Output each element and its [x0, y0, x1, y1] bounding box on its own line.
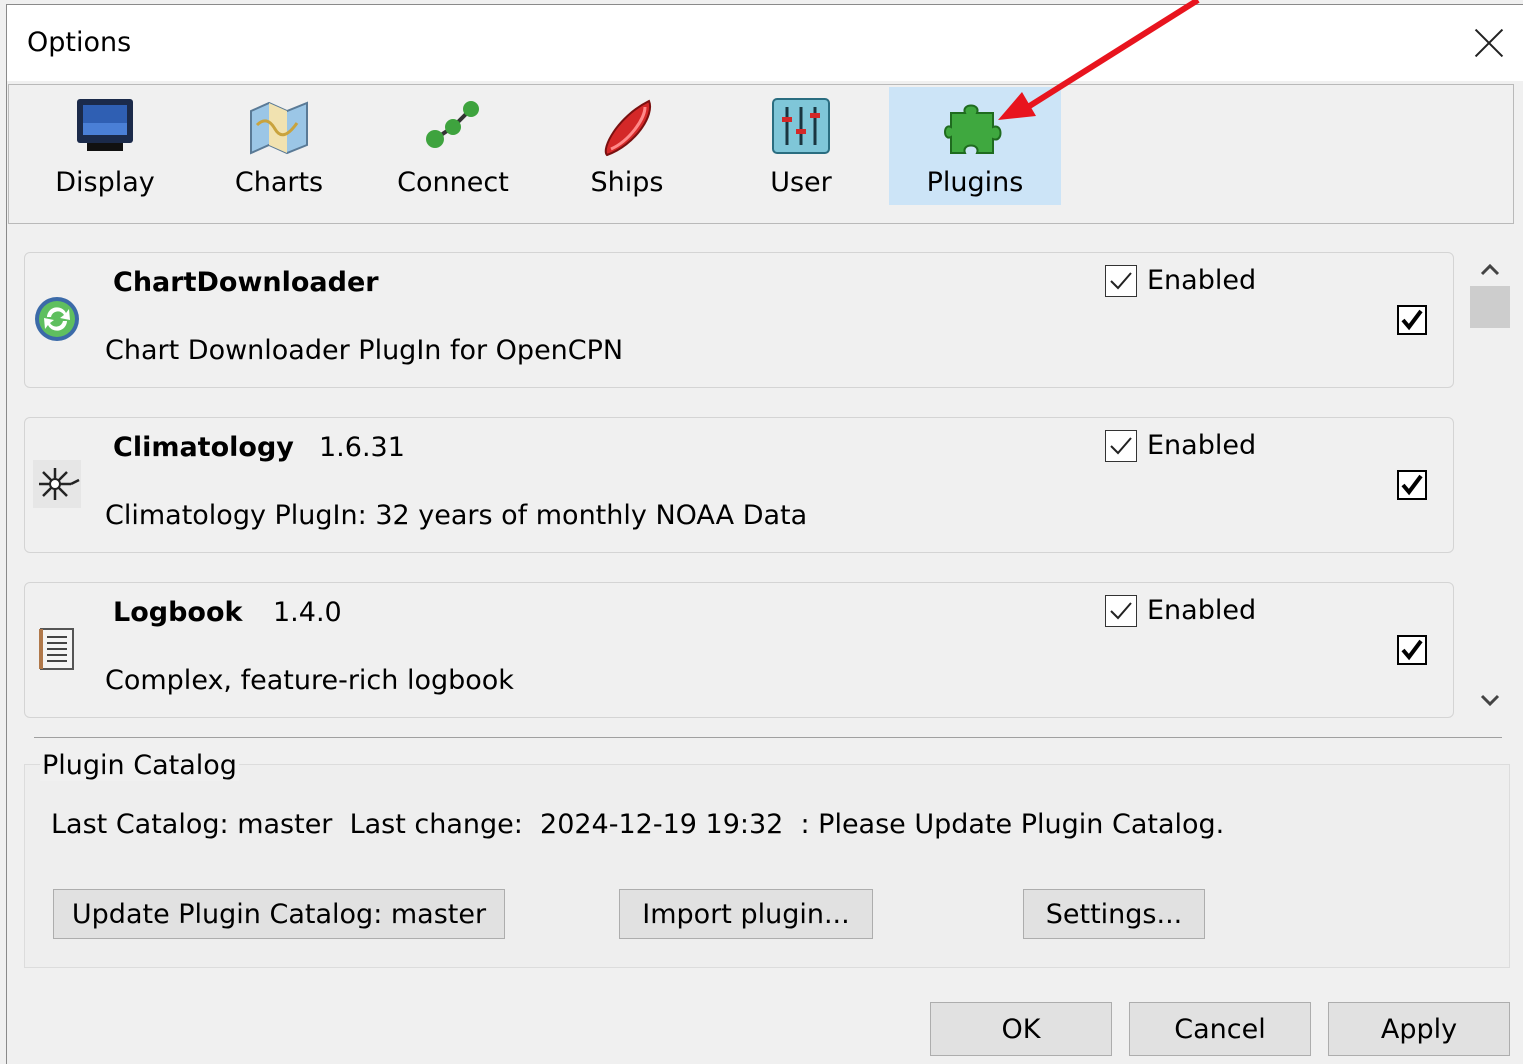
plugin-checkbox[interactable]	[1397, 635, 1427, 665]
tab-label: User	[770, 167, 832, 198]
divider	[34, 737, 1502, 738]
ok-button[interactable]: OK	[930, 1002, 1112, 1056]
plugin-checkbox[interactable]	[1397, 305, 1427, 335]
chevron-down-icon[interactable]	[1476, 686, 1504, 714]
plugin-description: Complex, feature-rich logbook	[105, 665, 514, 696]
tab-label: Display	[55, 167, 155, 198]
plugin-name: Climatology	[113, 432, 294, 463]
plugin-version: 1.4.0	[273, 597, 342, 628]
refresh-icon	[35, 297, 79, 341]
enabled-label: Enabled	[1147, 595, 1257, 626]
tab-label: Ships	[590, 167, 664, 198]
catalog-title: Plugin Catalog	[40, 750, 239, 781]
window-title: Options	[27, 27, 132, 58]
apply-button[interactable]: Apply	[1328, 1002, 1510, 1056]
climatology-icon	[33, 460, 81, 508]
scrollbar-thumb[interactable]	[1470, 286, 1510, 328]
update-catalog-button[interactable]: Update Plugin Catalog: master	[53, 889, 505, 939]
checkbox-checked-icon	[1105, 430, 1137, 462]
catalog-info: Last Catalog: master Last change: 2024-1…	[51, 809, 1225, 840]
title-bar: Options	[7, 5, 1523, 81]
tab-label: Plugins	[926, 167, 1024, 198]
tab-connect[interactable]: Connect	[367, 87, 539, 205]
checkbox-checked-icon	[1105, 265, 1137, 297]
plugin-card-logbook[interactable]: Logbook 1.4.0 Complex, feature-rich logb…	[24, 582, 1454, 718]
plugin-version: 1.6.31	[319, 432, 405, 463]
plugin-catalog-group: Last Catalog: master Last change: 2024-1…	[24, 764, 1510, 968]
plugin-checkbox[interactable]	[1397, 470, 1427, 500]
puzzle-icon	[944, 104, 1002, 154]
close-icon[interactable]	[1470, 23, 1510, 63]
plugin-card-chartdownloader[interactable]: ChartDownloader Chart Downloader PlugIn …	[24, 252, 1454, 388]
plugins-list: ChartDownloader Chart Downloader PlugIn …	[20, 240, 1464, 720]
chevron-up-icon[interactable]	[1476, 256, 1504, 284]
enabled-label: Enabled	[1147, 265, 1257, 296]
ship-icon	[604, 99, 652, 157]
tab-label: Connect	[397, 167, 509, 198]
tab-plugins[interactable]: Plugins	[889, 87, 1061, 205]
plugin-name: ChartDownloader	[113, 267, 379, 298]
sliders-icon	[772, 98, 830, 154]
tab-display[interactable]: Display	[19, 87, 191, 205]
monitor-icon	[77, 99, 133, 151]
plugins-scrollbar[interactable]	[1470, 250, 1510, 720]
cancel-button[interactable]: Cancel	[1129, 1002, 1311, 1056]
plugin-name: Logbook	[113, 597, 243, 628]
plugin-card-climatology[interactable]: Climatology 1.6.31 Climatology PlugIn: 3…	[24, 417, 1454, 553]
tab-charts[interactable]: Charts	[193, 87, 365, 205]
chart-map-icon	[250, 101, 308, 155]
plugin-description: Climatology PlugIn: 32 years of monthly …	[105, 500, 808, 531]
tab-ships[interactable]: Ships	[541, 87, 713, 205]
logbook-icon	[39, 628, 74, 670]
options-toolbar: Display Charts Connect Ships User Plugin…	[8, 84, 1514, 224]
enabled-label: Enabled	[1147, 430, 1257, 461]
tab-user[interactable]: User	[715, 87, 887, 205]
checkbox-checked-icon	[1105, 595, 1137, 627]
import-plugin-button[interactable]: Import plugin...	[619, 889, 873, 939]
tab-label: Charts	[234, 167, 324, 198]
settings-button[interactable]: Settings...	[1023, 889, 1205, 939]
connect-icon	[426, 101, 479, 148]
plugin-description: Chart Downloader PlugIn for OpenCPN	[105, 335, 624, 366]
